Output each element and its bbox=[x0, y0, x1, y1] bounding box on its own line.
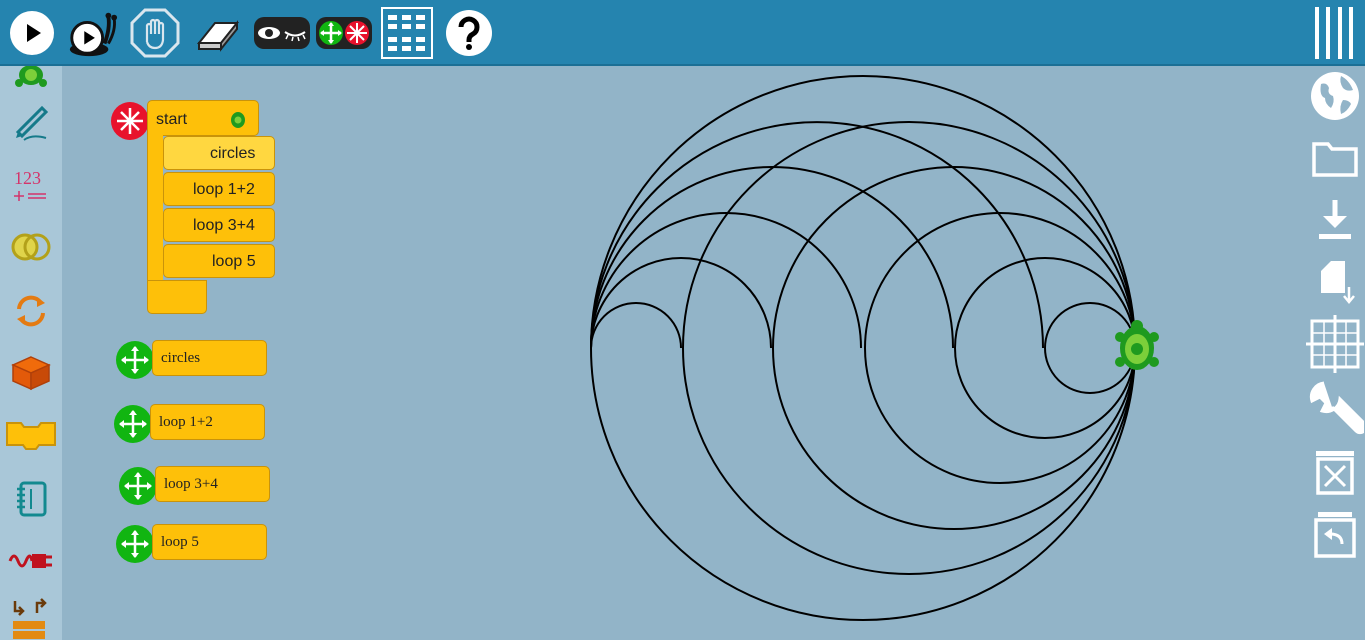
action-run-icon[interactable] bbox=[116, 525, 154, 563]
palette-action[interactable] bbox=[4, 346, 58, 400]
clear-button[interactable] bbox=[192, 7, 244, 59]
turtle-icon bbox=[15, 66, 47, 87]
action-block[interactable]: loop 3+4 bbox=[155, 466, 270, 502]
language-button[interactable] bbox=[1306, 68, 1364, 124]
grid-icon bbox=[381, 7, 433, 59]
action-run-icon[interactable] bbox=[116, 341, 154, 379]
start-content-block[interactable]: circles bbox=[163, 136, 275, 170]
drawn-circle bbox=[682, 121, 1136, 575]
settings-button[interactable] bbox=[1306, 380, 1364, 436]
trash-icon bbox=[1316, 451, 1354, 495]
action-run-icon[interactable] bbox=[114, 405, 152, 443]
action-block-label: circles bbox=[161, 350, 201, 366]
snail-icon bbox=[69, 12, 118, 57]
question-icon bbox=[446, 10, 492, 56]
flow-icon bbox=[17, 295, 45, 327]
start-content-label: loop 5 bbox=[212, 253, 256, 270]
turtle-canvas bbox=[590, 75, 1159, 621]
start-content-label: loop 3+4 bbox=[193, 217, 255, 234]
run-button[interactable] bbox=[6, 7, 58, 59]
action-block-label: loop 5 bbox=[161, 534, 199, 550]
eye-icon bbox=[254, 17, 310, 49]
hide-blocks-button[interactable] bbox=[252, 7, 312, 59]
start-run-icon[interactable] bbox=[111, 102, 149, 140]
save-icon bbox=[1321, 261, 1355, 304]
stop-button[interactable] bbox=[129, 7, 181, 59]
move-arrows-icon bbox=[121, 530, 149, 558]
grid-toggle-button[interactable] bbox=[1306, 315, 1364, 373]
grid-crosshair-icon bbox=[1306, 315, 1364, 373]
drawn-arc bbox=[590, 257, 772, 349]
start-burst-icon bbox=[117, 108, 143, 134]
load-project-button[interactable] bbox=[1306, 130, 1364, 186]
start-block-label: start bbox=[156, 111, 188, 128]
folder-icon bbox=[1312, 142, 1358, 177]
palette-media[interactable] bbox=[4, 472, 58, 526]
box-icon bbox=[11, 356, 51, 391]
palette-number[interactable]: 123 bbox=[4, 158, 58, 212]
notebook-icon bbox=[17, 481, 47, 517]
start-block[interactable]: start bbox=[147, 100, 259, 136]
palette-boxes[interactable] bbox=[4, 408, 58, 462]
drawn-circle bbox=[864, 212, 1136, 484]
action-block-label: loop 3+4 bbox=[164, 476, 218, 492]
eraser-icon bbox=[196, 20, 240, 52]
restore-icon bbox=[1314, 512, 1356, 558]
save-file-button[interactable] bbox=[1306, 254, 1364, 310]
collapse-blocks-button[interactable] bbox=[314, 7, 374, 59]
hamburger-icon bbox=[1315, 7, 1353, 59]
move-arrows-icon bbox=[124, 472, 152, 500]
drawn-arc bbox=[590, 302, 682, 349]
heap-icon bbox=[13, 598, 47, 639]
svg-text:123: 123 bbox=[14, 168, 41, 188]
action-run-icon[interactable] bbox=[119, 467, 157, 505]
palette-turtle[interactable] bbox=[4, 66, 58, 100]
palette-flow[interactable] bbox=[4, 284, 58, 338]
action-block-label: loop 1+2 bbox=[159, 414, 213, 430]
drawn-arc bbox=[590, 121, 1044, 349]
run-slow-button[interactable] bbox=[66, 7, 118, 59]
palette-heap[interactable] bbox=[4, 592, 58, 640]
action-block[interactable]: loop 1+2 bbox=[150, 404, 265, 440]
palette-sensors[interactable] bbox=[4, 534, 58, 588]
start-block-spine bbox=[147, 130, 163, 285]
number-icon: 123 bbox=[14, 168, 46, 201]
collapse-icon bbox=[316, 17, 372, 49]
stop-hand-icon bbox=[130, 8, 180, 58]
menu-button[interactable] bbox=[1308, 7, 1360, 59]
help-button[interactable] bbox=[443, 7, 495, 59]
move-arrows-icon bbox=[121, 346, 149, 374]
play-icon bbox=[10, 11, 54, 55]
drawn-circle bbox=[590, 75, 1136, 621]
start-block-foot bbox=[147, 280, 207, 314]
block-palette: 123 bbox=[0, 66, 62, 640]
globe-icon bbox=[1311, 72, 1359, 120]
download-icon bbox=[1319, 200, 1351, 239]
action-block-icon bbox=[6, 422, 56, 450]
start-content-label: circles bbox=[210, 145, 256, 162]
save-project-button[interactable] bbox=[1306, 192, 1364, 248]
turtle-icon bbox=[231, 112, 245, 128]
plug-icon bbox=[8, 554, 52, 568]
restore-button[interactable] bbox=[1306, 506, 1364, 562]
start-content-block[interactable]: loop 3+4 bbox=[163, 208, 275, 242]
pen-icon bbox=[15, 105, 49, 141]
main-toolbar bbox=[0, 0, 1365, 66]
start-content-block[interactable]: loop 1+2 bbox=[163, 172, 275, 206]
palette-boolean[interactable] bbox=[4, 220, 58, 274]
palette-pen[interactable] bbox=[4, 96, 58, 150]
boolean-icon bbox=[11, 233, 51, 261]
wrench-icon bbox=[1309, 381, 1364, 435]
action-block[interactable]: loop 5 bbox=[152, 524, 267, 560]
start-content-block[interactable]: loop 5 bbox=[163, 244, 275, 278]
grid-menu-button[interactable] bbox=[381, 7, 433, 59]
move-arrows-icon bbox=[119, 410, 147, 438]
trash-button[interactable] bbox=[1306, 444, 1364, 500]
start-content-label: loop 1+2 bbox=[193, 181, 255, 198]
turtle-sprite[interactable] bbox=[1115, 320, 1159, 370]
action-block[interactable]: circles bbox=[152, 340, 267, 376]
